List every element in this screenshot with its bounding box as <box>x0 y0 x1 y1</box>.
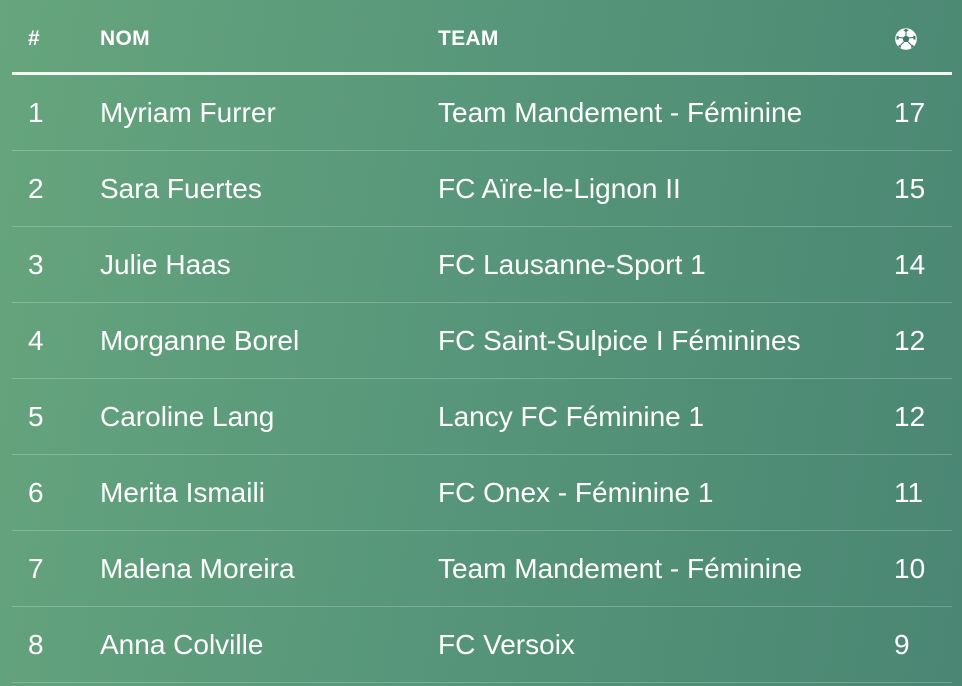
team-cell: FC Versoix <box>438 628 575 660</box>
rank-cell: 5 <box>28 400 44 432</box>
table-row[interactable]: 8 Anna Colville FC Versoix 9 <box>12 607 952 683</box>
rank-cell: 2 <box>28 172 44 204</box>
rank-cell: 8 <box>28 628 44 660</box>
rank-column-header[interactable]: # <box>28 0 40 78</box>
player-name-cell: Myriam Furrer <box>100 96 276 128</box>
team-cell: Team Mandement - Féminine <box>438 552 803 584</box>
table-row[interactable]: 3 Julie Haas FC Lausanne-Sport 1 14 <box>12 227 952 303</box>
team-cell: FC Onex - Féminine 1 <box>438 476 714 508</box>
rank-cell: 4 <box>28 324 44 356</box>
goals-cell: 11 <box>894 476 924 508</box>
team-cell: FC Aïre-le-Lignon II <box>438 172 681 204</box>
table-row[interactable]: 1 Myriam Furrer Team Mandement - Féminin… <box>12 75 952 151</box>
scorers-table: # NOM TEAM 1 Myriam Furrer Team Mandemen… <box>12 0 952 683</box>
goals-cell: 12 <box>894 324 926 356</box>
rank-cell: 1 <box>28 96 44 128</box>
goals-cell: 10 <box>894 552 926 584</box>
team-cell: Team Mandement - Féminine <box>438 96 803 128</box>
player-name-cell: Caroline Lang <box>100 400 275 432</box>
table-header: # NOM TEAM <box>12 0 952 75</box>
goals-cell: 15 <box>894 172 926 204</box>
table-row[interactable]: 2 Sara Fuertes FC Aïre-le-Lignon II 15 <box>12 151 952 227</box>
name-column-header[interactable]: NOM <box>100 0 150 78</box>
table-row[interactable]: 6 Merita Ismaili FC Onex - Féminine 1 11 <box>12 455 952 531</box>
player-name-cell: Morganne Borel <box>100 324 300 356</box>
rank-cell: 3 <box>28 248 44 280</box>
player-name-cell: Malena Moreira <box>100 552 295 584</box>
team-column-header[interactable]: TEAM <box>438 0 499 78</box>
table-row[interactable]: 4 Morganne Borel FC Saint-Sulpice I Fémi… <box>12 303 952 379</box>
goals-cell: 17 <box>894 96 926 128</box>
player-name-cell: Anna Colville <box>100 628 264 660</box>
table-row[interactable]: 7 Malena Moreira Team Mandement - Fémini… <box>12 531 952 607</box>
rank-cell: 7 <box>28 552 44 584</box>
player-name-cell: Merita Ismaili <box>100 476 265 508</box>
team-cell: FC Saint-Sulpice I Féminines <box>438 324 801 356</box>
goals-cell: 12 <box>894 400 926 432</box>
rank-cell: 6 <box>28 476 44 508</box>
table-row[interactable]: 5 Caroline Lang Lancy FC Féminine 1 12 <box>12 379 952 455</box>
team-cell: Lancy FC Féminine 1 <box>438 400 705 432</box>
soccer-ball-icon <box>895 28 917 50</box>
goals-cell: 9 <box>894 628 910 660</box>
team-cell: FC Lausanne-Sport 1 <box>438 248 706 280</box>
player-name-cell: Julie Haas <box>100 248 231 280</box>
goals-cell: 14 <box>894 248 926 280</box>
goals-column-header[interactable] <box>894 0 918 78</box>
player-name-cell: Sara Fuertes <box>100 172 262 204</box>
